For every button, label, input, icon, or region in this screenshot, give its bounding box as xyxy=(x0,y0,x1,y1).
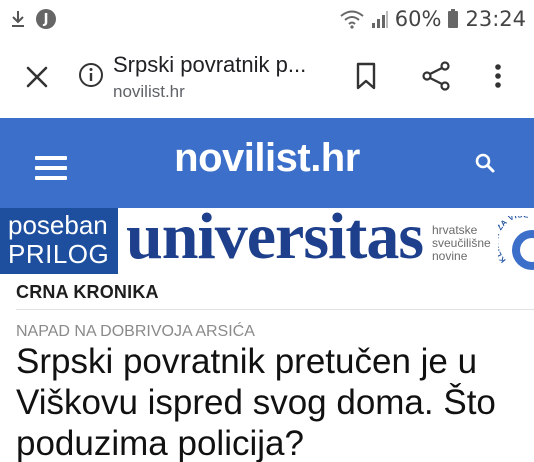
page-host: novilist.hr xyxy=(113,82,185,101)
bookmark-icon[interactable] xyxy=(352,60,380,92)
j-app-icon: J xyxy=(36,9,56,29)
signal-icon xyxy=(371,11,388,28)
hrv-line-3: novine xyxy=(432,249,468,263)
poseban-prilog-box: poseban PRILOG xyxy=(0,208,118,274)
prilog-label: PRILOG xyxy=(8,239,110,269)
page-title: Srpski povratnik p... xyxy=(113,52,307,77)
hrvatske-sveucilisne-novine: hrvatske sveučilišne novine xyxy=(432,224,491,263)
battery-percent: 60% xyxy=(394,7,442,31)
more-icon[interactable] xyxy=(488,60,508,92)
klikni-za-vise-badge[interactable]: KLIKNI ZA VIŠE xyxy=(498,216,534,274)
j-app-label: J xyxy=(43,11,49,27)
url-block[interactable]: Srpski povratnik p... novilist.hr xyxy=(113,52,306,102)
article-headline[interactable]: Srpski povratnik pretučen je u Viškovu i… xyxy=(16,341,526,462)
status-right: 60% 23:24 xyxy=(339,7,526,31)
wifi-icon xyxy=(340,10,364,29)
category-label[interactable]: CRNA KRONIKA xyxy=(16,282,159,303)
divider xyxy=(16,309,534,310)
info-icon[interactable] xyxy=(78,62,104,88)
clock: 23:24 xyxy=(465,7,526,31)
site-logo[interactable]: novilist.hr xyxy=(0,136,534,181)
article-kicker: NAPAD NA DOBRIVOJA ARSIĆA xyxy=(16,323,255,340)
close-icon[interactable] xyxy=(22,62,52,92)
status-bar: J 60% 23:24 xyxy=(0,0,534,38)
status-left: J xyxy=(10,9,56,29)
share-icon[interactable] xyxy=(420,60,452,92)
browser-toolbar: Srpski povratnik p... novilist.hr xyxy=(0,38,534,118)
download-icon xyxy=(12,11,24,27)
battery-icon xyxy=(448,9,459,28)
universitas-banner[interactable]: poseban PRILOG universitas hrvatske sveu… xyxy=(0,204,534,274)
universitas-logo: universitas xyxy=(126,200,424,273)
site-header: novilist.hr xyxy=(0,118,534,208)
poseban-label: poseban xyxy=(8,210,108,240)
search-icon[interactable] xyxy=(474,152,496,174)
